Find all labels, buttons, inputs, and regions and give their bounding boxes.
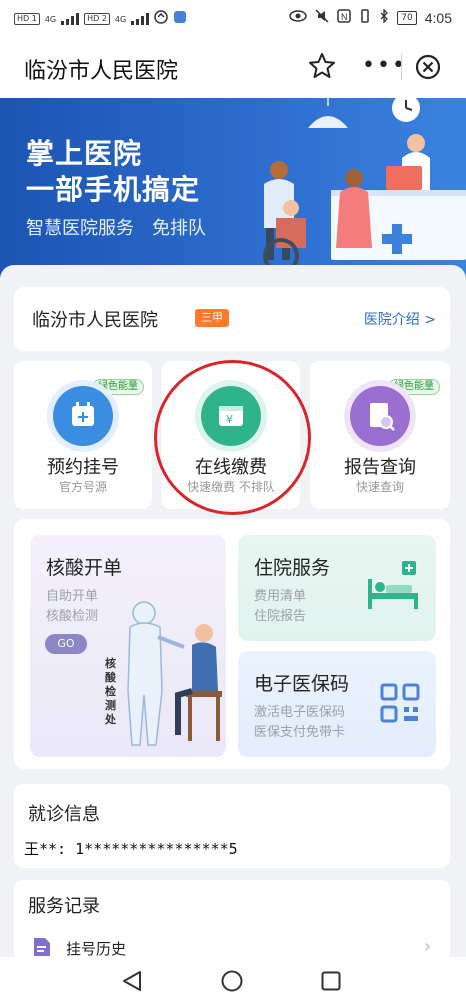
banner-headline-2: 一部手机搞定 <box>26 173 201 206</box>
sim1-indicator: HD 1 <box>14 13 40 25</box>
back-triangle-icon[interactable] <box>121 969 143 997</box>
sim2-indicator: HD 2 <box>84 13 110 25</box>
banner-tagline: 智慧医院服务 免排队 <box>26 218 206 239</box>
chevron-right-icon: › <box>424 936 432 957</box>
swab-test-illustration <box>127 601 222 746</box>
service-subtitle: 官方号源 <box>58 480 107 494</box>
favorite-star-icon[interactable] <box>306 50 338 82</box>
nucleic-sign: 核酸检测处 <box>105 657 116 726</box>
service-report-card[interactable]: 绿色能量 报告查询 快速查询 <box>310 361 450 509</box>
signal-icon <box>131 13 150 25</box>
registration-history-item[interactable]: 挂号历史 <box>66 938 126 959</box>
report-search-icon <box>350 386 410 446</box>
hospital-intro-link[interactable]: 医院介绍 > <box>364 309 436 329</box>
hospital-name: 临汾市人民医院 <box>32 310 158 331</box>
inpatient-line-1: 费用清单 <box>254 589 307 604</box>
recent-apps-square-icon[interactable] <box>321 971 341 995</box>
inpatient-line-2: 住院报告 <box>254 609 307 624</box>
insurance-title: 电子医保码 <box>254 673 350 695</box>
nucleic-test-card[interactable]: 核酸开单 自助开单 核酸检测 GO 核酸检测处 <box>30 535 226 757</box>
insurance-line-1: 激活电子医保码 <box>254 705 346 720</box>
hospital-header-card: 临汾市人民医院 三甲 医院介绍 > <box>14 287 450 351</box>
nucleic-line-2: 核酸检测 <box>46 609 99 624</box>
close-icon[interactable] <box>414 53 442 81</box>
capsule-divider <box>401 54 402 80</box>
promo-banner[interactable]: 掌上医院 一部手机搞定 智慧医院服务 免排队 <box>0 98 466 278</box>
status-bar: HD 1 4G HD 2 4G N 70 4:05 <box>0 0 466 36</box>
app-notification-icon <box>173 10 187 28</box>
vibrate-icon <box>359 9 371 27</box>
service-title: 预约挂号 <box>47 457 119 478</box>
service-title: 报告查询 <box>344 457 416 478</box>
insurance-line-2: 医保支付免带卡 <box>254 725 346 740</box>
system-nav-bar <box>0 957 466 1007</box>
home-circle-icon[interactable] <box>221 970 243 996</box>
inpatient-title: 住院服务 <box>254 557 331 579</box>
bluetooth-icon <box>379 8 389 27</box>
signal-icon <box>61 13 80 25</box>
patient-identity: 王**: 1****************5 <box>24 840 238 858</box>
health-services-section: 核酸开单 自助开单 核酸检测 GO 核酸检测处 住院服务 费用清单 住院报告 电… <box>14 519 450 769</box>
service-records-title: 服务记录 <box>28 896 100 917</box>
banner-headline: 掌上医院 <box>26 137 143 170</box>
network-type-1: 4G <box>44 14 57 24</box>
hospital-reception-illustration <box>263 98 466 274</box>
hospital-bed-icon <box>368 561 418 609</box>
clock: 4:05 <box>424 10 452 26</box>
svg-text:N: N <box>341 12 348 22</box>
go-button[interactable]: GO <box>45 634 87 654</box>
network-type-2: 4G <box>114 14 127 24</box>
qr-code-icon <box>380 683 420 723</box>
service-appointment-card[interactable]: 绿色能量 预约挂号 官方号源 <box>14 361 152 509</box>
page-title: 临汾市人民医院 <box>24 59 179 84</box>
calendar-plus-icon <box>53 386 113 446</box>
battery-indicator: 70 <box>397 11 417 25</box>
nfc-icon: N <box>337 9 352 27</box>
medical-insurance-card[interactable]: 电子医保码 激活电子医保码 医保支付免带卡 <box>238 651 436 757</box>
sync-icon <box>154 10 168 28</box>
inpatient-service-card[interactable]: 住院服务 费用清单 住院报告 <box>238 535 436 641</box>
visit-info-title: 就诊信息 <box>28 804 100 825</box>
mute-icon <box>315 9 329 27</box>
nucleic-title: 核酸开单 <box>46 557 123 579</box>
highlight-circle <box>154 360 311 515</box>
hospital-grade-badge: 三甲 <box>195 309 229 327</box>
document-list-icon <box>32 936 52 958</box>
nucleic-line-1: 自助开单 <box>46 589 99 604</box>
eye-icon <box>289 10 308 26</box>
service-subtitle: 快速查询 <box>355 480 404 494</box>
